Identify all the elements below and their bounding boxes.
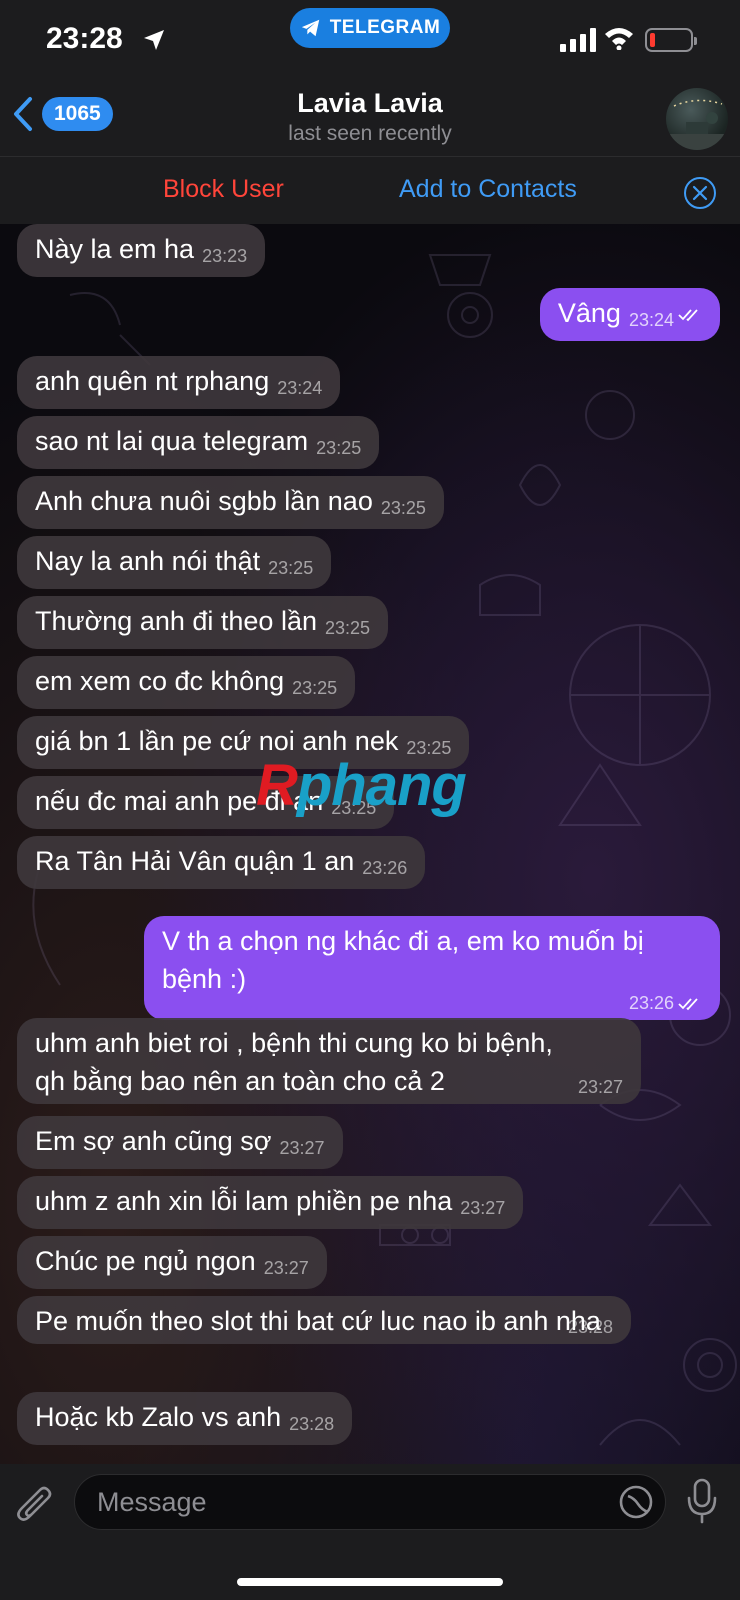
watermark-logo: Rphang	[256, 753, 467, 818]
message-text: Em sợ anh cũng sợ	[35, 1126, 272, 1156]
message-input-placeholder: Message	[97, 1487, 207, 1517]
message-text: sao nt lai qua telegram	[35, 426, 309, 456]
double-check-icon	[678, 309, 698, 322]
message-text: em xem co đc không	[35, 666, 285, 696]
message-time: 23:25	[380, 498, 426, 518]
status-bar: 23:28 TELEGRAM	[0, 0, 740, 80]
message-bubble-incoming[interactable]: Hoặc kb Zalo vs anh 23:28	[17, 1392, 353, 1445]
chat-title[interactable]: Lavia Lavia	[0, 88, 740, 119]
message-time: 23:26	[628, 993, 674, 1013]
close-icon[interactable]	[683, 176, 717, 210]
telegram-icon	[301, 19, 319, 37]
block-user-button[interactable]: Block User	[163, 175, 284, 204]
message-text: Này la em ha	[35, 234, 195, 264]
cellular-signal-icon	[560, 28, 596, 52]
battery-icon	[645, 28, 697, 52]
contact-action-bar: Block User Add to Contacts	[0, 156, 740, 224]
message-time: 23:25	[324, 618, 371, 638]
message-time: 23:27	[263, 1258, 309, 1278]
home-indicator[interactable]	[237, 1578, 503, 1586]
message-time: 23:25	[268, 558, 314, 578]
message-bubble-incoming[interactable]: Chúc pe ngủ ngon 23:27	[17, 1236, 327, 1289]
double-check-icon	[678, 998, 698, 1011]
location-arrow-icon	[144, 30, 164, 50]
message-text: Pe muốn theo slot thi bat cứ luc nao ib …	[35, 1306, 601, 1336]
message-bubble-incoming[interactable]: Em sợ anh cũng sợ 23:27	[17, 1116, 343, 1169]
message-time: 23:27	[279, 1138, 325, 1158]
microphone-icon[interactable]	[686, 1478, 718, 1524]
message-time: 23:25	[292, 678, 338, 698]
last-seen-status: last seen recently	[288, 122, 452, 145]
message-text: anh quên nt rphang	[35, 366, 270, 396]
telegram-pill-label: TELEGRAM	[329, 17, 441, 38]
telegram-pill[interactable]: TELEGRAM	[290, 8, 450, 48]
message-time: 23:27	[460, 1198, 506, 1218]
paperclip-icon[interactable]	[16, 1484, 56, 1528]
add-to-contacts-button[interactable]: Add to Contacts	[399, 175, 577, 204]
clock: 23:28	[46, 22, 123, 55]
message-bubble-incoming[interactable]: Anh chưa nuôi sgbb lần nao 23:25	[17, 476, 444, 529]
avatar[interactable]	[666, 88, 728, 150]
message-bubble-incoming[interactable]: Ra Tân Hải Vân quận 1 an 23:26	[17, 836, 426, 889]
message-text: Anh chưa nuôi sgbb lần nao	[35, 486, 373, 516]
message-time: 23:25	[316, 438, 362, 458]
message-bubble-incoming[interactable]: uhm anh biet roi , bệnh thi cung ko bi b…	[17, 1018, 641, 1104]
message-input[interactable]: Message	[74, 1474, 666, 1530]
message-text: Ra Tân Hải Vân quận 1 an	[35, 846, 355, 876]
message-time: 23:28	[289, 1414, 335, 1434]
message-bubble-incoming[interactable]: Pe muốn theo slot thi bat cứ luc nao ib …	[17, 1296, 631, 1344]
avatar-photo	[666, 99, 728, 150]
chat-header: 1065 Lavia Lavia last seen recently	[0, 80, 740, 156]
message-text: Nay la anh nói thật	[35, 546, 261, 576]
message-time: 23:24	[628, 310, 674, 330]
message-bubble-incoming[interactable]: Này la em ha 23:23	[17, 224, 266, 277]
message-text: Thường anh đi theo lần	[35, 606, 317, 636]
message-bubble-incoming[interactable]: uhm z anh xin lỗi lam phiền pe nha 23:27	[17, 1176, 524, 1229]
message-bubble-outgoing[interactable]: Vâng 23:24	[539, 288, 720, 341]
message-bubble-incoming[interactable]: anh quên nt rphang 23:24	[17, 356, 341, 409]
wifi-icon	[605, 28, 633, 50]
message-bubble-incoming[interactable]: sao nt lai qua telegram 23:25	[17, 416, 380, 469]
message-text: V th a chọn ng khác đi a, em ko muốn bị …	[162, 926, 644, 994]
message-time: 23:24	[277, 378, 323, 398]
message-text: uhm z anh xin lỗi lam phiền pe nha	[35, 1186, 453, 1216]
message-bubble-incoming[interactable]: Nay la anh nói thật 23:25	[17, 536, 332, 589]
message-bubble-incoming[interactable]: Thường anh đi theo lần 23:25	[17, 596, 389, 649]
message-time: 23:23	[202, 246, 248, 266]
sticker-icon[interactable]	[618, 1484, 654, 1520]
message-bubble-outgoing[interactable]: V th a chọn ng khác đi a, em ko muốn bị …	[144, 916, 720, 1020]
message-time: 23:26	[362, 858, 408, 878]
message-text: Chúc pe ngủ ngon	[35, 1246, 256, 1276]
message-text: Vâng	[557, 298, 621, 328]
message-list[interactable]: Này la em ha 23:23 Vâng 23:24 anh quên nt …	[0, 224, 740, 1464]
message-text: Hoặc kb Zalo vs anh	[35, 1402, 282, 1432]
message-bubble-incoming[interactable]: em xem co đc không 23:25	[17, 656, 356, 709]
